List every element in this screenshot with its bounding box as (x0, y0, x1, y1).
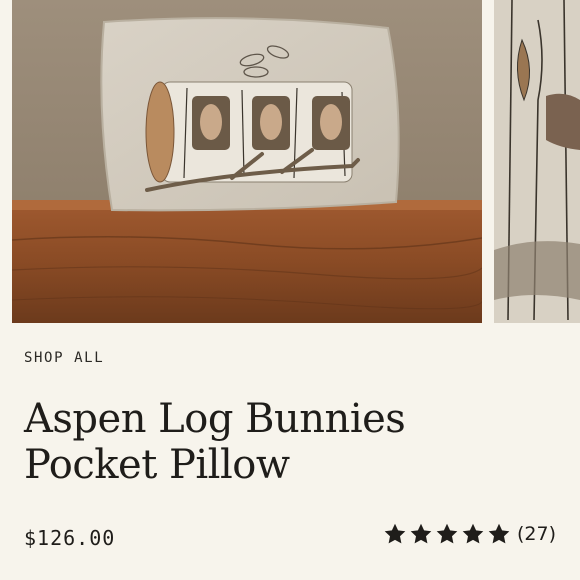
product-title: Aspen Log Bunnies Pocket Pillow (24, 396, 544, 488)
product-image-gallery (0, 0, 580, 325)
product-image-secondary[interactable] (494, 0, 580, 323)
star-icon (410, 523, 432, 544)
product-title-line-2: Pocket Pillow (24, 442, 290, 488)
product-image-main[interactable] (12, 0, 482, 323)
star-icon (436, 523, 458, 544)
shop-all-link[interactable]: SHOP ALL (24, 350, 104, 366)
review-count[interactable]: (27) (517, 523, 556, 545)
star-icon (488, 523, 510, 544)
product-title-line-1: Aspen Log Bunnies (24, 396, 406, 442)
product-price: $126.00 (24, 526, 116, 550)
star-icon (384, 523, 406, 544)
star-icon (462, 523, 484, 544)
product-rating[interactable]: (27) (383, 522, 556, 546)
rating-stars (383, 522, 511, 546)
